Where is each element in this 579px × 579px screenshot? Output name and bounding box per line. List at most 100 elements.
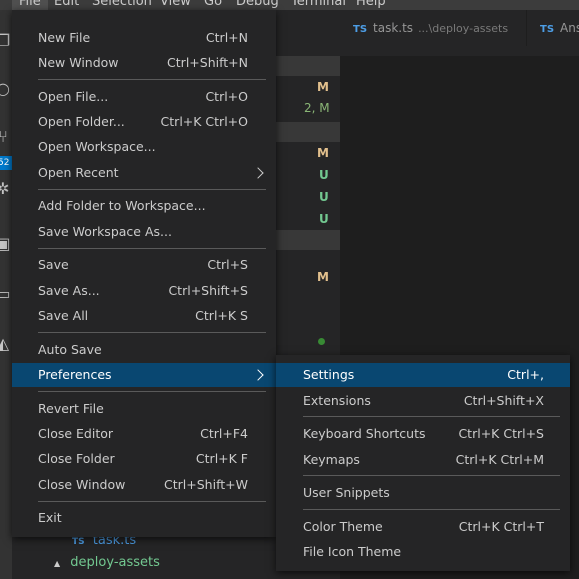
menu-item-shortcut: Ctrl+S <box>207 257 248 272</box>
menu-item-open-workspace[interactable]: Open Workspace... <box>12 135 276 159</box>
menu-item-label: Close Editor <box>38 426 114 441</box>
menu-item-file-icon-theme[interactable]: File Icon Theme <box>276 540 570 564</box>
menu-debug[interactable]: Debug <box>229 0 286 10</box>
menu-item-extensions[interactable]: Extensions Ctrl+Shift+X <box>276 389 570 413</box>
modified-badge: M <box>317 146 329 160</box>
menu-item-keymaps[interactable]: Keymaps Ctrl+K Ctrl+M <box>276 448 570 472</box>
menu-item-save-workspace-as[interactable]: Save Workspace As... <box>12 220 276 244</box>
menu-item-label: Auto Save <box>38 342 102 357</box>
menu-item-label: Revert File <box>38 401 104 416</box>
menu-item-settings[interactable]: Settings Ctrl+, <box>276 363 570 387</box>
preferences-submenu: Settings Ctrl+, Extensions Ctrl+Shift+X Ke… <box>276 355 570 571</box>
file-menu: New File Ctrl+N New Window Ctrl+Shift+N Op… <box>12 10 276 537</box>
menu-item-shortcut: Ctrl+N <box>205 30 248 45</box>
menu-item-label: Settings <box>303 367 355 382</box>
activity-bar: ❐ ○ ⑂ 52 ✲ ▣ ▭ ◭ <box>0 10 12 579</box>
menu-item-open-file[interactable]: Open File... Ctrl+O <box>12 85 276 109</box>
menu-divider <box>38 248 266 249</box>
chevron-right-icon <box>252 167 264 179</box>
tab-separator <box>526 10 527 46</box>
menu-item-shortcut: Ctrl+K Ctrl+M <box>455 452 544 467</box>
menu-divider <box>303 416 560 417</box>
tab-ans[interactable]: TS Ans <box>530 10 579 46</box>
remote-icon[interactable]: ▭ <box>0 285 12 303</box>
menu-item-open-recent[interactable]: Open Recent <box>12 161 276 185</box>
menu-terminal[interactable]: Terminal <box>284 0 353 10</box>
menu-selection[interactable]: Selection <box>85 0 159 10</box>
menu-item-label: User Snippets <box>303 485 390 500</box>
menu-divider <box>303 509 560 510</box>
deploy-icon[interactable]: ◭ <box>0 335 12 353</box>
menu-item-shortcut: Ctrl+Shift+X <box>463 393 544 408</box>
menu-item-close-editor[interactable]: Close Editor Ctrl+F4 <box>12 422 276 446</box>
tab-task-ts[interactable]: TS task.ts ...\deploy-assets <box>343 10 518 46</box>
chevron-right-icon <box>252 369 264 381</box>
menu-item-auto-save[interactable]: Auto Save <box>12 338 276 362</box>
tab-description: ...\deploy-assets <box>418 22 509 35</box>
menu-item-label: Extensions <box>303 393 371 408</box>
menu-item-exit[interactable]: Exit <box>12 506 276 530</box>
menu-bar: File Edit Selection View Go Debug Termin… <box>0 0 579 10</box>
menu-item-close-folder[interactable]: Close Folder Ctrl+K F <box>12 447 276 471</box>
menu-item-shortcut: Ctrl+K S <box>195 308 248 323</box>
menu-item-shortcut: Ctrl+Shift+N <box>167 55 248 70</box>
search-icon[interactable]: ○ <box>0 80 12 98</box>
scm-badge: 52 <box>0 156 12 170</box>
menu-divider <box>38 501 266 502</box>
menu-go[interactable]: Go <box>197 0 229 10</box>
menu-edit[interactable]: Edit <box>47 0 86 10</box>
untracked-badge: U <box>319 168 329 182</box>
menu-item-save[interactable]: Save Ctrl+S <box>12 253 276 277</box>
menu-item-new-file[interactable]: New File Ctrl+N <box>12 26 276 50</box>
menu-help[interactable]: Help <box>349 0 393 10</box>
menu-item-label: Open Workspace... <box>38 139 156 154</box>
menu-view[interactable]: View <box>153 0 198 10</box>
menu-divider <box>303 475 560 476</box>
menu-item-revert-file[interactable]: Revert File <box>12 397 276 421</box>
tree-item-label: deploy-assets <box>70 555 160 570</box>
menu-file[interactable]: File <box>12 0 48 10</box>
menu-item-save-as[interactable]: Save As... Ctrl+Shift+S <box>12 279 276 303</box>
modified-badge: M <box>317 80 329 94</box>
typescript-icon: TS <box>353 24 368 35</box>
source-control-icon[interactable]: ⑂ <box>0 128 12 146</box>
menu-item-label: New File <box>38 30 91 45</box>
menu-item-color-theme[interactable]: Color Theme Ctrl+K Ctrl+T <box>276 515 570 539</box>
tab-label: Ans <box>560 21 579 35</box>
debug-icon[interactable]: ✲ <box>0 180 12 198</box>
menu-item-keyboard-shortcuts[interactable]: Keyboard Shortcuts Ctrl+K Ctrl+S <box>276 422 570 446</box>
menu-item-shortcut: Ctrl+K Ctrl+T <box>458 519 544 534</box>
menu-item-add-folder[interactable]: Add Folder to Workspace... <box>12 194 276 218</box>
tree-item[interactable]: ▲ deploy-assets <box>54 554 160 573</box>
menu-item-label: Close Window <box>38 477 126 492</box>
menu-item-shortcut: Ctrl+K Ctrl+S <box>458 426 544 441</box>
menu-item-shortcut: Ctrl+K F <box>195 451 248 466</box>
menu-divider <box>38 79 266 80</box>
tab-label: task.ts <box>373 21 414 35</box>
menu-item-label: Color Theme <box>303 519 383 534</box>
explorer-icon[interactable]: ❐ <box>0 32 12 50</box>
menu-divider <box>38 391 266 392</box>
typescript-icon: TS <box>540 24 555 35</box>
menu-item-preferences[interactable]: Preferences <box>12 363 276 387</box>
untracked-badge: U <box>319 212 329 226</box>
menu-divider <box>38 189 266 190</box>
menu-item-label: Keymaps <box>303 452 360 467</box>
status-dot-icon <box>318 338 325 345</box>
menu-item-shortcut: Ctrl+Shift+W <box>164 477 248 492</box>
menu-item-shortcut: Ctrl+Shift+S <box>168 283 248 298</box>
menu-item-user-snippets[interactable]: User Snippets <box>276 481 570 505</box>
typescript-icon: TS <box>72 537 85 547</box>
menu-item-shortcut: Ctrl+O <box>205 89 248 104</box>
menu-item-close-window[interactable]: Close Window Ctrl+Shift+W <box>12 473 276 497</box>
menu-item-label: File Icon Theme <box>303 544 402 559</box>
menu-divider <box>38 332 266 333</box>
menu-item-new-window[interactable]: New Window Ctrl+Shift+N <box>12 51 276 75</box>
menu-item-open-folder[interactable]: Open Folder... Ctrl+K Ctrl+O <box>12 110 276 134</box>
menu-item-save-all[interactable]: Save All Ctrl+K S <box>12 304 276 328</box>
menu-item-label: Preferences <box>38 367 112 382</box>
extensions-icon[interactable]: ▣ <box>0 235 12 253</box>
modified-badge: M <box>317 270 329 284</box>
menu-item-shortcut: Ctrl+, <box>507 367 544 382</box>
menu-item-label: Exit <box>38 510 62 525</box>
